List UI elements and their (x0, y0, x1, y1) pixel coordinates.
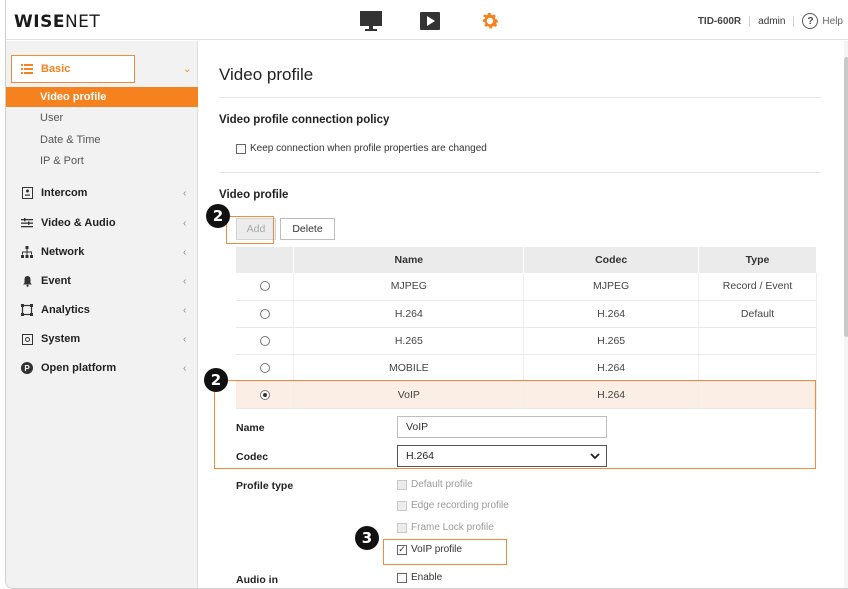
audio-in-label: Audio in (236, 574, 278, 586)
sidebar-item-intercom[interactable]: Intercom ‹ (6, 183, 198, 203)
sidebar: Basic ⌄ Video profile User Date & Time I… (6, 41, 198, 588)
row-radio[interactable] (259, 362, 270, 373)
divider (219, 97, 821, 98)
step-badge-voip: 3 (355, 526, 379, 550)
analytics-icon (20, 303, 34, 317)
table-row-selected[interactable]: VoIP H.264 (236, 381, 817, 409)
network-icon (20, 245, 34, 259)
table-row[interactable]: MOBILE H.264 (236, 354, 817, 382)
sidebar-item-basic[interactable]: Basic ⌄ (6, 59, 198, 79)
table-row[interactable]: H.265 H.265 (236, 327, 817, 355)
intercom-icon (20, 186, 34, 200)
name-label: Name (236, 422, 265, 434)
help-icon: ? (802, 13, 819, 29)
scrollbar[interactable] (844, 41, 848, 588)
table-header-row: Name Codec Type (236, 247, 817, 273)
profile-table: Name Codec Type MJPEG MJPEG Record / Eve… (236, 247, 817, 409)
default-profile-checkbox: Default profile (397, 479, 473, 490)
chevron-left-icon: ‹ (183, 275, 187, 287)
audio-in-enable-checkbox[interactable]: Enable (397, 572, 442, 583)
codec-label: Codec (236, 451, 269, 463)
edge-recording-profile-checkbox: Edge recording profile (397, 500, 509, 511)
sidebar-subitem-video-profile[interactable]: Video profile (6, 87, 198, 107)
sidebar-subitem-date-time[interactable]: Date & Time (6, 130, 198, 150)
device-model: TID-600R (698, 15, 751, 27)
chevron-left-icon: ‹ (183, 217, 187, 229)
frame-lock-profile-checkbox: Frame Lock profile (397, 522, 494, 533)
name-input[interactable]: VoIP (397, 416, 607, 438)
keep-connection-checkbox[interactable]: Keep connection when profile properties … (236, 143, 487, 154)
page-title: Video profile (219, 65, 314, 84)
sidebar-item-open-platform[interactable]: P Open platform ‹ (6, 358, 198, 378)
check-icon[interactable]: ✓ (397, 544, 407, 555)
main-content: Video profile Video profile connection p… (199, 41, 848, 588)
gear-icon[interactable] (478, 10, 502, 32)
chevron-down-icon (590, 451, 600, 464)
delete-button[interactable]: Delete (280, 218, 335, 240)
chevron-left-icon: ‹ (183, 187, 187, 199)
video-audio-icon (20, 216, 34, 230)
sidebar-item-system[interactable]: System ‹ (6, 329, 198, 349)
chevron-left-icon: ‹ (183, 362, 187, 374)
monitor-icon[interactable] (359, 10, 383, 32)
sidebar-item-analytics[interactable]: Analytics ‹ (6, 300, 198, 320)
sidebar-item-network[interactable]: Network ‹ (6, 242, 198, 262)
sidebar-subitem-user[interactable]: User (6, 108, 198, 128)
step-badge-profile: 2 (204, 368, 228, 392)
col-header-name: Name (293, 247, 525, 273)
profile-section-title: Video profile (219, 189, 289, 201)
col-header-codec: Codec (523, 247, 700, 273)
step-badge-add: 2 (206, 204, 230, 228)
chevron-down-icon: ⌄ (183, 63, 192, 75)
row-radio[interactable] (259, 308, 270, 319)
table-row[interactable]: MJPEG MJPEG Record / Event (236, 273, 817, 301)
row-radio[interactable] (259, 281, 270, 292)
help-link[interactable]: ? Help (794, 13, 843, 29)
checkbox-box[interactable] (236, 143, 246, 154)
app-frame: WISENET TID-600R admin ? Help Basic ⌄ Vi… (5, 0, 848, 589)
chevron-left-icon: ‹ (183, 333, 187, 345)
sidebar-item-video-audio[interactable]: Video & Audio ‹ (6, 213, 198, 233)
row-radio-selected[interactable] (259, 389, 270, 400)
bell-icon (20, 274, 34, 288)
sidebar-item-event[interactable]: Event ‹ (6, 271, 198, 291)
profile-type-label: Profile type (236, 480, 294, 492)
play-icon[interactable] (418, 10, 442, 32)
divider (219, 172, 821, 173)
svg-text:P: P (24, 364, 30, 373)
help-label: Help (822, 15, 843, 27)
system-icon (20, 332, 34, 346)
list-icon (20, 62, 34, 76)
table-row[interactable]: H.264 H.264 Default (236, 300, 817, 328)
header-right: TID-600R admin ? Help (698, 10, 843, 32)
sidebar-subitem-ip-port[interactable]: IP & Port (6, 151, 198, 171)
col-header-type: Type (698, 247, 817, 273)
user-menu[interactable]: admin (750, 15, 795, 27)
open-platform-icon: P (20, 361, 34, 375)
chevron-left-icon: ‹ (183, 304, 187, 316)
add-button[interactable]: Add (236, 218, 276, 240)
codec-select[interactable]: H.264 (397, 445, 607, 467)
policy-section-title: Video profile connection policy (219, 114, 390, 126)
top-header: WISENET TID-600R admin ? Help (6, 0, 848, 40)
col-header-select (236, 247, 295, 273)
wisenet-logo: WISENET (14, 12, 101, 32)
voip-profile-checkbox[interactable]: ✓ VoIP profile (397, 544, 462, 555)
scrollbar-thumb[interactable] (844, 57, 848, 337)
chevron-left-icon: ‹ (183, 246, 187, 258)
row-radio[interactable] (259, 335, 270, 346)
